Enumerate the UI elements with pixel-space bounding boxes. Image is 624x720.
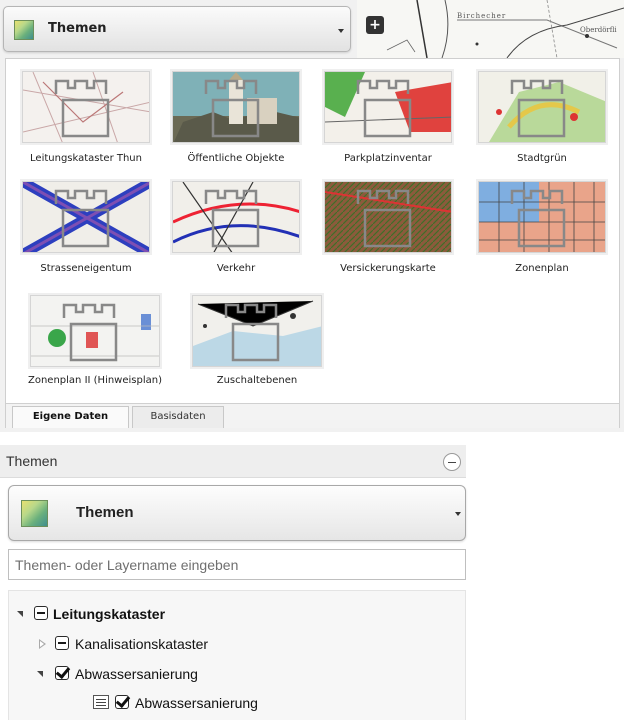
legend-icon[interactable] — [93, 695, 109, 709]
theme-thumbnail — [172, 71, 300, 143]
theme-card-label: Versickerungskarte — [340, 263, 436, 274]
theme-gallery-panel: Themen + Birchecher Oberdörfli Leitungsk… — [0, 0, 624, 432]
panel-title: Themen — [6, 453, 58, 469]
theme-select-dropdown[interactable]: Themen — [3, 6, 351, 52]
theme-card-zonenplan-ii[interactable]: Zonenplan II (Hinweisplan) — [10, 291, 170, 391]
theme-thumbnail — [192, 295, 322, 367]
tab-basisdaten[interactable]: Basisdaten — [132, 406, 224, 428]
tree-node-label: Leitungskataster — [53, 606, 166, 622]
theme-card-leitungskataster[interactable]: Leitungskataster Thun — [16, 69, 156, 169]
theme-thumbnail — [22, 71, 150, 143]
top-header: Themen + Birchecher Oberdörfli — [0, 0, 624, 58]
theme-card-label: Strasseneigentum — [40, 263, 132, 274]
theme-card-zonenplan[interactable]: Zonenplan — [472, 179, 612, 279]
theme-select-label: Themen — [48, 21, 107, 36]
theme-card-oeffentliche-objekte[interactable]: Öffentliche Objekte — [166, 69, 306, 169]
chevron-down-icon — [338, 29, 344, 33]
theme-card-label: Zuschaltebenen — [216, 375, 298, 386]
theme-thumbnail — [324, 71, 452, 143]
zoom-in-button[interactable]: + — [366, 16, 384, 34]
theme-select-dropdown[interactable]: Themen — [8, 485, 466, 541]
theme-card-label: Öffentliche Objekte — [187, 153, 285, 164]
themes-panel: Themen Themen Leitungskataster Kanalisat… — [0, 445, 624, 720]
expanded-arrow-icon[interactable] — [37, 671, 43, 677]
tree-node-abwassersanierung-group[interactable]: Abwassersanierung — [9, 663, 465, 685]
panel-header: Themen — [0, 445, 466, 478]
theme-select-label: Themen — [76, 504, 134, 521]
theme-thumbnail — [30, 295, 160, 367]
theme-card-zuschaltebenen[interactable]: Zuschaltebenen — [182, 291, 332, 391]
theme-card-label: Parkplatzinventar — [344, 153, 432, 164]
theme-card-label: Verkehr — [216, 263, 256, 274]
layer-search-input[interactable] — [8, 549, 466, 580]
theme-card-label: Zonenplan — [515, 263, 569, 274]
checked-checkbox[interactable] — [55, 666, 69, 680]
partial-checkbox[interactable] — [34, 606, 48, 620]
partial-checkbox[interactable] — [55, 636, 69, 650]
tab-bar: Eigene Daten Basisdaten — [6, 403, 619, 428]
tree-node-kanalisationskataster[interactable]: Kanalisationskataster — [9, 633, 465, 655]
theme-card-parkplatzinventar[interactable]: Parkplatzinventar — [318, 69, 458, 169]
layer-tree: Leitungskataster Kanalisationskataster A… — [8, 590, 466, 720]
theme-icon — [14, 20, 34, 40]
tree-node-label: Kanalisationskataster — [75, 636, 209, 652]
tree-node-abwassersanierung-layer[interactable]: Abwassersanierung — [9, 692, 465, 714]
chevron-down-icon — [455, 512, 461, 516]
theme-card-label: Stadtgrün — [517, 153, 567, 164]
map-place-label: Oberdörfli — [580, 26, 617, 34]
expanded-arrow-icon[interactable] — [17, 611, 23, 617]
collapse-button[interactable] — [443, 453, 461, 471]
tree-node-leitungskataster[interactable]: Leitungskataster — [9, 603, 465, 625]
map-preview[interactable]: + Birchecher Oberdörfli — [357, 0, 624, 58]
theme-thumbnail — [478, 71, 606, 143]
theme-thumbnail — [478, 181, 606, 253]
theme-thumbnail — [324, 181, 452, 253]
theme-card-label: Leitungskataster Thun — [30, 153, 142, 164]
theme-thumbnail — [22, 181, 150, 253]
theme-card-verkehr[interactable]: Verkehr — [166, 179, 306, 279]
minus-icon — [448, 462, 456, 463]
theme-card-strasseneigentum[interactable]: Strasseneigentum — [16, 179, 156, 279]
collapsed-arrow-icon[interactable] — [39, 639, 46, 649]
map-place-label: Birchecher — [457, 12, 507, 20]
theme-thumbnail — [172, 181, 300, 253]
theme-card-versickerungskarte[interactable]: Versickerungskarte — [318, 179, 458, 279]
theme-icon — [21, 500, 48, 527]
checked-checkbox[interactable] — [115, 695, 129, 709]
tree-node-label: Abwassersanierung — [75, 666, 198, 682]
theme-card-stadtgruen[interactable]: Stadtgrün — [472, 69, 612, 169]
theme-card-label: Zonenplan II (Hinweisplan) — [28, 375, 162, 386]
tab-eigene-daten[interactable]: Eigene Daten — [12, 406, 129, 428]
theme-thumbnail-grid: Leitungskataster Thun Öffentliche Objekt… — [5, 58, 620, 428]
tree-node-label: Abwassersanierung — [135, 695, 258, 711]
